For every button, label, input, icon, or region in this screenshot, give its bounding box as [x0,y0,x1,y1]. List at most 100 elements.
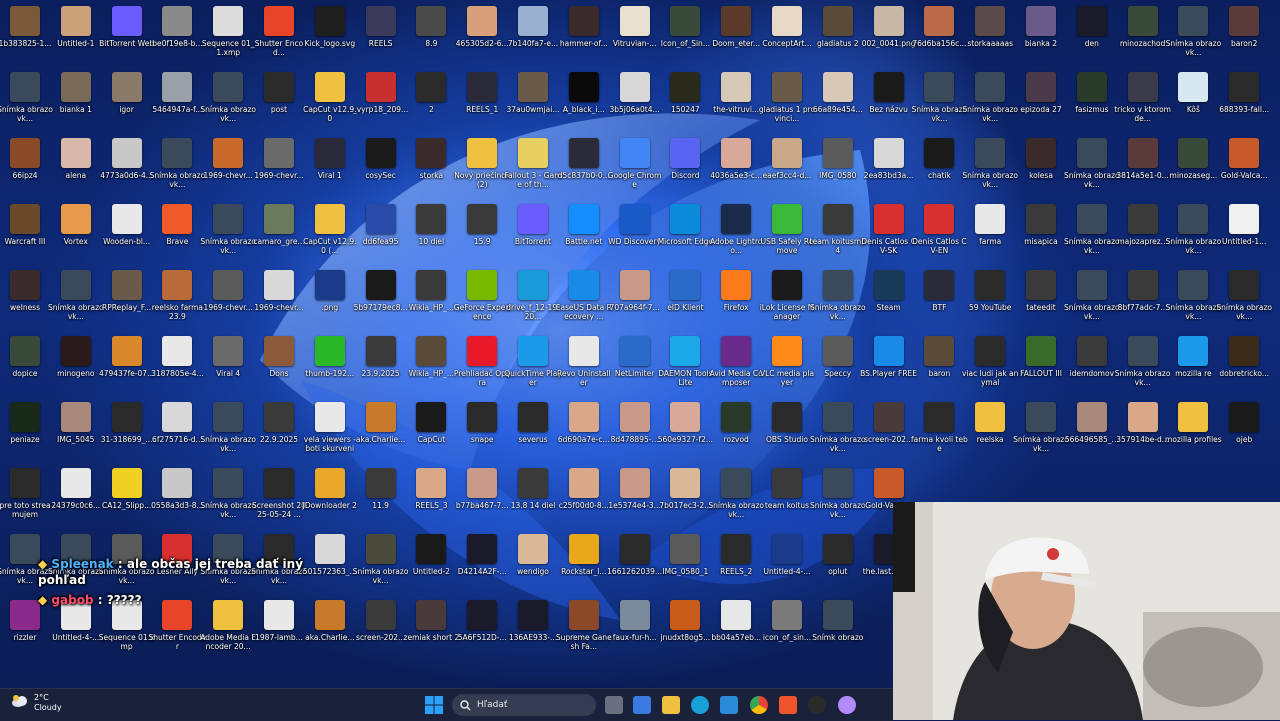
desktop-icon[interactable]: Untitled-4-... [762,528,812,592]
desktop-icon[interactable]: screen-202... [356,594,406,658]
edge-icon[interactable] [691,696,709,714]
desktop-icon[interactable]: Snímka obrazovk... [1166,0,1221,64]
desktop-icon[interactable]: severus [508,396,558,460]
desktop-icon[interactable]: 11.9 [356,462,406,526]
desktop-icon[interactable]: wendigo [508,528,558,592]
desktop-icon[interactable]: 2ea83bd3a... [864,132,914,196]
desktop-icon[interactable]: rozvod [711,396,761,460]
desktop-icon[interactable]: BitTorrent [508,198,558,262]
desktop-icon[interactable]: RPReplay_F... [102,264,152,328]
desktop-icon[interactable]: 002_0041.png [862,0,916,64]
desktop-icon[interactable]: iLok License Manager [760,264,814,328]
desktop-icon[interactable]: Gold-Valca... [1219,132,1269,196]
desktop-icon[interactable]: 1969-chevr... [203,264,253,328]
desktop-icon[interactable]: dd6fea95 [356,198,406,262]
desktop-icon[interactable]: Supreme Ganesh Fa... [556,594,612,658]
desktop-icon[interactable]: IMG_0580 [813,132,863,196]
desktop-icon[interactable]: 15.9 [457,198,507,262]
task-view-icon[interactable] [605,696,623,714]
start-button[interactable] [424,695,444,715]
desktop-icon[interactable]: bb04a57eb... [711,594,761,658]
desktop-icon[interactable]: Revo Uninstaller [557,330,611,394]
desktop-icon[interactable]: 1969-chevr... [203,132,253,196]
desktop-icon[interactable]: minozachod [1118,0,1168,64]
desktop-icon[interactable]: ojeb [1219,396,1269,460]
desktop-icon[interactable]: Snímk obrazo [812,594,863,658]
desktop-icon[interactable]: 76d6ba156c... [912,0,966,64]
desktop-icon[interactable]: BitTorrent Web [99,0,154,64]
desktop-icon[interactable]: 5b97179ec8... [354,264,408,328]
desktop-icon[interactable]: 1661262039... [607,528,662,592]
desktop-icon[interactable]: 566496585_... [1065,396,1119,460]
desktop-icon[interactable]: 1b383825-1... [0,0,51,64]
brave-icon[interactable] [779,696,797,714]
desktop-icon[interactable]: Snímka obrazovk... [1064,132,1120,196]
desktop-icon[interactable]: 560e9327-f2... [658,396,713,460]
desktop-icon[interactable]: be0f19e8-b... [152,0,203,64]
desktop-icon[interactable]: farma kvoli tebe [911,396,968,460]
desktop-icon[interactable]: REELS [356,0,406,64]
desktop-icon[interactable]: 357914be-d... [1116,396,1169,460]
desktop-icon[interactable]: Snímka obrazovk... [810,264,866,328]
desktop-icon[interactable]: Steam [864,264,914,328]
desktop-icon[interactable]: Vitruvian-... [610,0,660,64]
desktop-icon[interactable]: Avid Media Composer [710,330,763,394]
desktop-icon[interactable]: Kick_logo.svg [304,0,355,64]
desktop-icon[interactable]: Snímka obrazovk... [1064,198,1120,262]
desktop-icon[interactable]: IMG_5045 [51,396,101,460]
desktop-icon[interactable]: Snímka obrazovk... [353,528,408,592]
desktop-icon[interactable]: gladiatus 1 provinci... [759,66,815,130]
desktop-icon[interactable]: GeForce Experience [454,264,511,328]
desktop-icon[interactable]: igor [102,66,152,130]
desktop-icon[interactable]: DAEMON Tools Lite [658,330,713,394]
desktop-icon[interactable]: Untitled-2 [406,528,456,592]
desktop-icon[interactable]: 37au0wmjai... [506,66,560,130]
desktop-icon[interactable]: jnudxt8og5... [660,594,710,658]
taskbar-search-box[interactable]: Hľadať [452,694,596,716]
desktop-icon[interactable]: Icon_of_Sin... [660,0,710,64]
chrome-icon[interactable] [750,696,768,714]
desktop-icon[interactable]: storka [406,132,456,196]
desktop-icon[interactable]: FALLOUT III [1016,330,1066,394]
desktop-icon[interactable]: oplut [813,528,863,592]
desktop-icon[interactable]: tricko v ktorom de... [1114,66,1171,130]
desktop-icon[interactable]: viac ludi jak anymal [962,330,1018,394]
desktop-icon[interactable]: d5c837b0-0... [558,132,610,196]
desktop-icon[interactable]: VLC media player [760,330,814,394]
desktop-icon[interactable]: 7b140fa7-e... [508,0,558,64]
desktop-icon[interactable]: Brave [152,198,202,262]
desktop-icon[interactable]: Bez názvu [864,66,914,130]
desktop-icon[interactable]: 6d690a7e-c... [558,396,610,460]
desktop-icon[interactable]: 501572363_... [303,528,357,592]
desktop-icon[interactable]: 31-318699_... [101,396,152,460]
desktop-icon[interactable]: baron [914,330,964,394]
weather-widget[interactable]: 2°C Cloudy [10,693,62,713]
desktop-icon[interactable]: Adobe Lightroo... [710,198,762,262]
desktop-icon[interactable]: snape [457,396,507,460]
store-icon[interactable] [633,696,651,714]
desktop-icon[interactable]: pre toto streamujem [0,462,51,526]
desktop-icon[interactable]: cosySec [356,132,406,196]
desktop-icon[interactable]: 465305d2-6... [456,0,509,64]
desktop-icon[interactable]: majozaprez... [1117,198,1168,262]
desktop-icon[interactable]: kolesa [1016,132,1066,196]
desktop-icon[interactable]: Snímka obrazovk... [200,198,256,262]
desktop-icon[interactable]: 0558a3d3-8... [151,462,204,526]
desktop-icon[interactable]: chatik [914,132,964,196]
desktop-icon[interactable]: 3187805e-4... [151,330,204,394]
desktop-icon[interactable]: 136AE933-... [508,594,558,658]
desktop-icon[interactable]: Wikia_HP_... [406,330,456,394]
desktop-icon[interactable]: zemiak short 2 [404,594,459,658]
desktop-icon[interactable]: Snímka obrazovk... [1166,264,1221,328]
desktop-icon[interactable]: Snímka obrazovk... [200,462,256,526]
desktop-icon[interactable]: CA12_Slipp... [102,462,152,526]
desktop-icon[interactable]: Shutter Encod... [254,0,304,64]
desktop-icon[interactable]: c25f00d0-8... [559,462,609,526]
desktop-icon[interactable]: NetLimiter [610,330,660,394]
desktop-icon[interactable]: den [1067,0,1117,64]
desktop-icon[interactable]: Kôš [1168,66,1218,130]
desktop-icon[interactable]: D4214A2F-... [457,528,507,592]
desktop-icon[interactable]: Snímka obrazovk... [1013,396,1069,460]
desktop-icon[interactable]: WD Discovery [608,198,661,262]
desktop-icon[interactable]: Google Chrome [608,132,661,196]
